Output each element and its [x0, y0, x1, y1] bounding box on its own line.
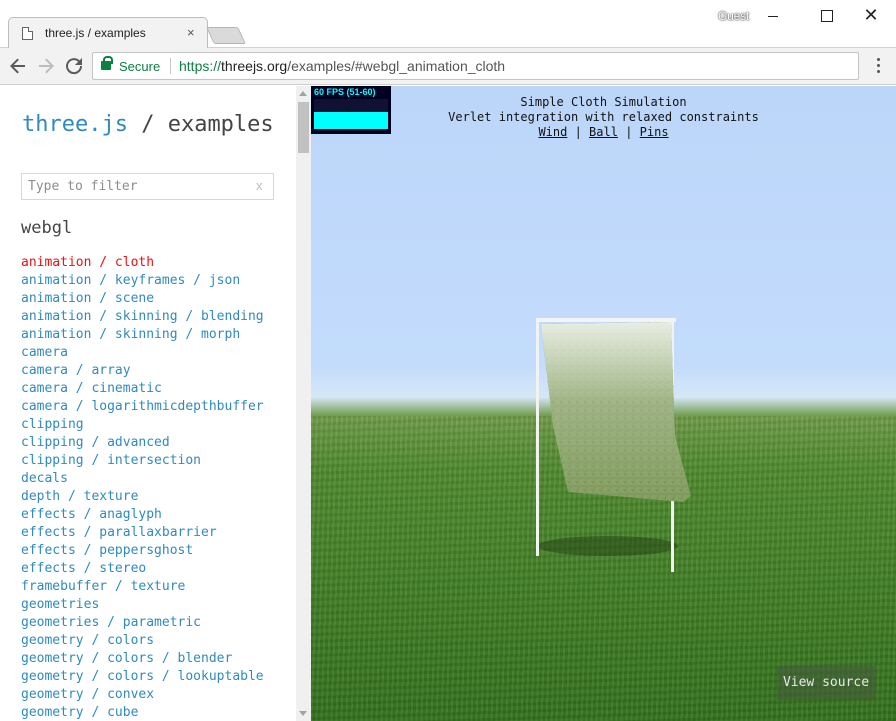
left-pole [536, 320, 539, 556]
example-link[interactable]: clipping [21, 416, 264, 434]
url-path: /examples/#webgl_animation_cloth [287, 58, 506, 74]
webgl-viewport[interactable]: 60 FPS (51-60) Simple Cloth Simulation V… [311, 86, 896, 721]
example-link[interactable]: decals [21, 470, 264, 488]
example-link[interactable]: clipping / advanced [21, 434, 264, 452]
example-link[interactable]: clipping / intersection [21, 452, 264, 470]
example-link[interactable]: geometry / colors / lookuptable [21, 668, 264, 686]
example-link[interactable]: framebuffer / texture [21, 578, 264, 596]
brand-link[interactable]: three.js [22, 112, 128, 137]
top-bar [536, 318, 676, 322]
browser-toolbar: Secure https://threejs.org/examples/#web… [0, 48, 896, 85]
example-link[interactable]: effects / peppersghost [21, 542, 264, 560]
example-list: animation / cloth animation / keyframes /… [21, 254, 264, 721]
demo-info: Simple Cloth Simulation Verlet integrati… [311, 95, 896, 140]
ball-toggle-link[interactable]: Ball [589, 125, 618, 139]
filter-input[interactable] [21, 173, 274, 200]
example-link[interactable]: animation / keyframes / json [21, 272, 264, 290]
scrollbar-thumb[interactable] [298, 102, 309, 153]
scroll-down-icon[interactable] [299, 711, 307, 716]
browser-tab[interactable]: three.js / examples × [8, 17, 208, 49]
lock-icon [101, 56, 113, 70]
section-heading: webgl [21, 218, 73, 238]
cloth-highlight [541, 322, 691, 502]
scroll-up-icon[interactable] [299, 91, 307, 96]
example-link[interactable]: geometries / parametric [21, 614, 264, 632]
url-scheme: https:// [179, 58, 222, 74]
demo-toggles: Wind | Ball | Pins [311, 125, 896, 140]
example-link[interactable]: geometry / cube [21, 704, 264, 721]
maximize-icon[interactable] [811, 4, 841, 26]
example-link[interactable]: camera / logarithmicdepthbuffer [21, 398, 264, 416]
view-source-button[interactable]: View source [777, 666, 875, 700]
close-icon[interactable]: ✕ [856, 4, 886, 26]
new-tab-button[interactable] [206, 27, 246, 44]
examples-sidebar: three.js / examples x webgl animation / … [0, 86, 296, 721]
example-link[interactable]: effects / stereo [21, 560, 264, 578]
cloth-shadow [538, 536, 678, 556]
example-link[interactable]: geometry / colors [21, 632, 264, 650]
tab-close-icon[interactable]: × [187, 25, 195, 40]
profile-label[interactable]: Guest [718, 9, 749, 23]
browser-titlebar: three.js / examples × Guest ✕ [0, 0, 896, 49]
address-bar[interactable]: Secure https://threejs.org/examples/#web… [92, 52, 859, 80]
example-link[interactable]: effects / parallaxbarrier [21, 524, 264, 542]
example-link[interactable]: geometry / convex [21, 686, 264, 704]
example-link[interactable]: geometries [21, 596, 264, 614]
toggle-separator: | [574, 125, 582, 139]
url-text[interactable]: https://threejs.org/examples/#webgl_anim… [179, 58, 505, 74]
omnibox-divider [170, 58, 171, 74]
url-host: threejs.org [221, 58, 288, 74]
example-link[interactable]: camera / cinematic [21, 380, 264, 398]
example-link[interactable]: camera [21, 344, 264, 362]
example-link[interactable]: geometry / colors / blender [21, 650, 264, 668]
toggle-separator: | [625, 125, 633, 139]
page-icon [22, 27, 33, 40]
reload-icon[interactable] [62, 54, 86, 78]
filter-clear-button[interactable]: x [256, 178, 263, 193]
cloth-on-poles [536, 318, 691, 572]
minimize-icon[interactable] [758, 4, 788, 26]
sidebar-scrollbar[interactable] [296, 86, 311, 721]
brand-suffix: / examples [127, 112, 274, 137]
example-link-active[interactable]: animation / cloth [21, 254, 264, 272]
example-link[interactable]: animation / skinning / blending [21, 308, 264, 326]
pins-toggle-link[interactable]: Pins [640, 125, 669, 139]
wind-toggle-link[interactable]: Wind [538, 125, 567, 139]
example-link[interactable]: effects / anaglyph [21, 506, 264, 524]
example-link[interactable]: camera / array [21, 362, 264, 380]
demo-subtitle: Verlet integration with relaxed constrai… [448, 110, 759, 124]
back-arrow-icon[interactable] [6, 54, 30, 78]
example-link[interactable]: animation / scene [21, 290, 264, 308]
example-link[interactable]: depth / texture [21, 488, 264, 506]
page-title: three.js / examples [22, 112, 274, 137]
menu-dots-icon[interactable] [869, 58, 887, 76]
example-link[interactable]: animation / skinning / morph [21, 326, 264, 344]
tab-title: three.js / examples [45, 26, 146, 40]
secure-label: Secure [119, 59, 161, 74]
forward-arrow-icon[interactable] [34, 54, 58, 78]
demo-title: Simple Cloth Simulation [520, 95, 687, 109]
